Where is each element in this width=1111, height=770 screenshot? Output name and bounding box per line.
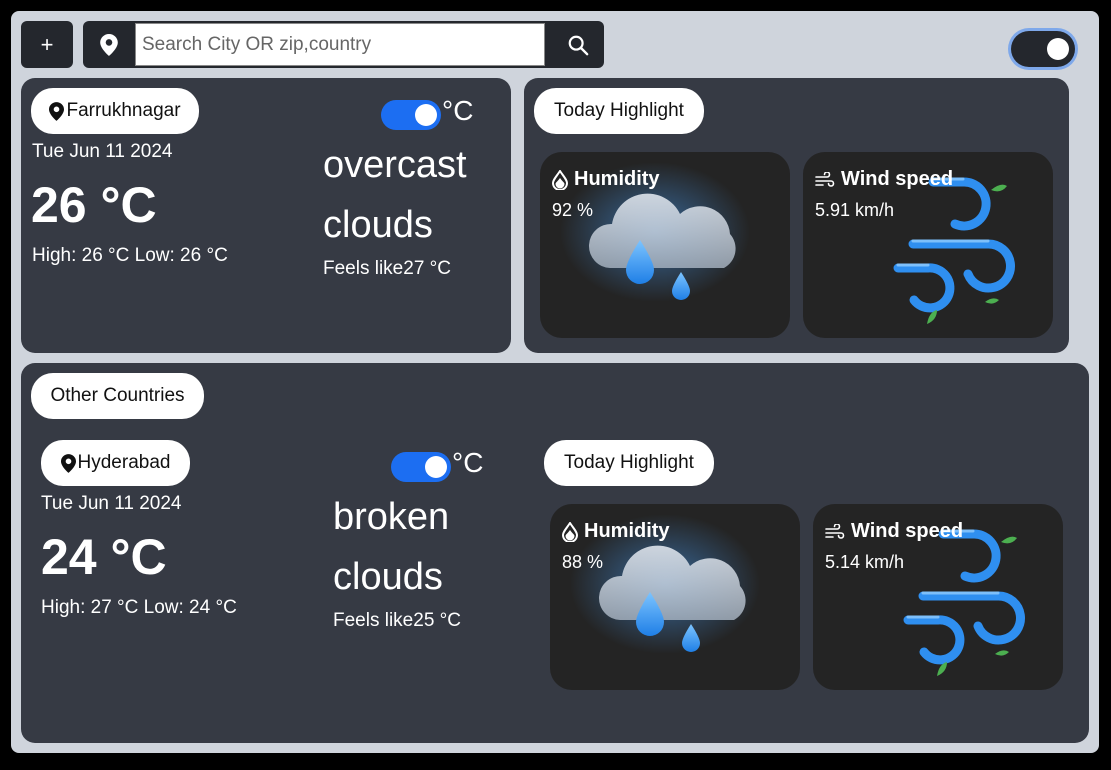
water-drop-icon bbox=[562, 521, 578, 542]
location-name: Hyderabad bbox=[77, 452, 171, 473]
humidity-tile: Humidity 88 % bbox=[550, 504, 800, 690]
other-feels-like: Feels like25 °C bbox=[333, 610, 461, 631]
wind-speed-title: Wind speed bbox=[825, 520, 963, 543]
wind-speed-value: 5.14 km/h bbox=[825, 552, 905, 572]
humidity-tile: Humidity 92 % bbox=[540, 152, 790, 338]
wind-icon bbox=[815, 171, 835, 187]
other-date: Tue Jun 11 2024 bbox=[41, 493, 182, 514]
wind-icon bbox=[825, 523, 845, 539]
unit-toggle[interactable] bbox=[391, 452, 451, 482]
wind-speed-label: Wind speed bbox=[851, 520, 964, 542]
location-pin-icon bbox=[60, 453, 76, 473]
unit-label: °C bbox=[452, 447, 484, 478]
add-city-button[interactable]: + bbox=[21, 21, 73, 68]
weather-app: + Farrukhnagar Tue Jun 11 2024 26 °C Hig… bbox=[11, 11, 1099, 753]
unit-toggle-knob bbox=[415, 104, 437, 126]
search-button[interactable] bbox=[552, 21, 604, 68]
location-badge: Farrukhnagar bbox=[31, 88, 199, 134]
humidity-value: 92 % bbox=[552, 200, 594, 220]
water-drop-icon bbox=[552, 169, 568, 190]
other-temperature: 24 °C bbox=[41, 529, 167, 585]
humidity-value: 88 % bbox=[562, 552, 604, 572]
humidity-label: Humidity bbox=[574, 168, 660, 190]
humidity-title: Humidity bbox=[552, 168, 660, 191]
search-input[interactable] bbox=[135, 23, 545, 66]
other-countries-card: Other Countries Hyderabad Tue Jun 11 202… bbox=[21, 363, 1089, 743]
unit-toggle[interactable] bbox=[381, 100, 441, 130]
humidity-label: Humidity bbox=[584, 520, 670, 542]
search-bar bbox=[83, 21, 604, 68]
wind-speed-value: 5.91 km/h bbox=[815, 200, 895, 220]
today-highlight-badge: Today Highlight bbox=[534, 88, 704, 134]
other-countries-badge: Other Countries bbox=[31, 373, 204, 419]
other-condition-line2: clouds bbox=[333, 556, 443, 598]
wind-speed-tile: Wind speed 5.91 km/h bbox=[803, 152, 1053, 338]
wind-speed-label: Wind speed bbox=[841, 168, 954, 190]
other-condition-line1: broken bbox=[333, 496, 450, 538]
theme-toggle[interactable] bbox=[1011, 31, 1075, 67]
other-high-low-temp: High: 27 °C Low: 24 °C bbox=[41, 597, 237, 618]
location-pin-icon bbox=[49, 101, 65, 121]
current-temperature: 26 °C bbox=[31, 177, 157, 233]
location-name: Farrukhnagar bbox=[66, 100, 181, 121]
search-icon bbox=[568, 35, 589, 55]
location-pin-icon[interactable] bbox=[83, 21, 135, 68]
wind-speed-tile: Wind speed 5.14 km/h bbox=[813, 504, 1063, 690]
current-weather-card: Farrukhnagar Tue Jun 11 2024 26 °C High:… bbox=[21, 78, 511, 353]
today-highlight-badge: Today Highlight bbox=[544, 440, 714, 486]
weather-condition-line2: clouds bbox=[323, 204, 433, 246]
high-low-temp: High: 26 °C Low: 26 °C bbox=[32, 245, 228, 266]
location-badge: Hyderabad bbox=[41, 440, 190, 486]
unit-toggle-knob bbox=[425, 456, 447, 478]
current-date: Tue Jun 11 2024 bbox=[32, 141, 173, 162]
weather-condition-line1: overcast bbox=[323, 144, 467, 186]
feels-like: Feels like27 °C bbox=[323, 258, 451, 279]
wind-speed-title: Wind speed bbox=[815, 168, 953, 191]
unit-label: °C bbox=[442, 95, 474, 126]
humidity-title: Humidity bbox=[562, 520, 670, 543]
today-highlight-card: Today Highlight Humidity 92 % Wind speed… bbox=[524, 78, 1069, 353]
theme-toggle-knob bbox=[1047, 38, 1069, 60]
